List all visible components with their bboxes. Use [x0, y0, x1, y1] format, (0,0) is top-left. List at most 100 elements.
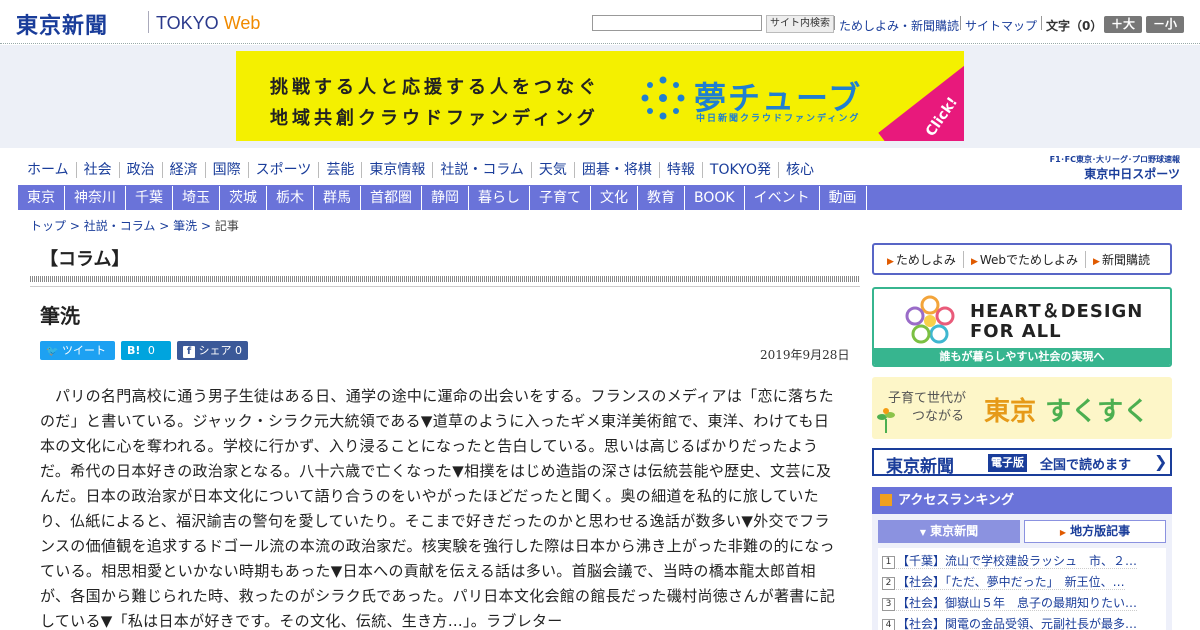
global-nav: ホーム 社会 政治 経済 国際 スポーツ 芸能 東京情報 社説・コラム 天気 囲… — [20, 158, 821, 182]
breadcrumb-sep: > — [200, 219, 211, 233]
logo-en-suffix: Web — [223, 13, 261, 33]
yume-tube-ad-banner[interactable]: 挑戦する人と応援する人をつなぐ 地域共創クラウドファンディング 夢チューブ 中日… — [236, 51, 964, 141]
facebook-share-count: 0 — [235, 344, 242, 357]
tab-tokyo-shimbun[interactable]: ▼ 東京新聞 — [878, 520, 1020, 543]
nav-go-shogi[interactable]: 囲碁・将棋 — [575, 162, 660, 178]
chunichi-sub: F1･FC東京･大リーグ･プロ野球速報 — [1049, 155, 1180, 164]
site-logo[interactable]: 東京新聞 — [16, 8, 108, 40]
logo-divider — [148, 11, 149, 33]
tokyo-sukusuku-banner[interactable]: 子育て世代が つながる 東京 すくすく — [872, 377, 1172, 439]
heading-rule-thin — [30, 286, 860, 287]
nav-editorial-column[interactable]: 社説・コラム — [433, 162, 532, 178]
lnav-book[interactable]: BOOK — [685, 185, 745, 210]
sukusuku-sub-2: つながる — [912, 409, 965, 424]
hatena-bookmark-button[interactable]: B! 0 — [121, 341, 171, 360]
sukusuku-title: 東京 すくすく — [984, 391, 1149, 428]
lnav-saitama[interactable]: 埼玉 — [173, 185, 220, 210]
hatena-count: 0 — [147, 344, 155, 357]
tweet-button[interactable]: 🐦 ツイート — [40, 341, 115, 360]
web-trial-label: Webでためしよみ — [979, 252, 1079, 267]
lnav-gunma[interactable]: 群馬 — [314, 185, 361, 210]
subscribe-label: 新聞購読 — [1101, 252, 1150, 267]
lnav-kurashi[interactable]: 暮らし — [469, 185, 530, 210]
font-smaller-button[interactable]: －小 — [1146, 16, 1184, 33]
util-divider — [960, 16, 961, 30]
nav-kakushin[interactable]: 核心 — [779, 162, 821, 178]
ranking-item[interactable]: 2 【社会】「ただ、夢中だった」 新王位、… — [882, 575, 1125, 590]
lnav-education[interactable]: 教育 — [638, 185, 685, 210]
chunichi-main: 東京中日スポーツ — [1084, 167, 1180, 181]
nav-weather[interactable]: 天気 — [532, 162, 575, 178]
breadcrumb-section[interactable]: 社説・コラム — [84, 219, 156, 233]
lnav-culture[interactable]: 文化 — [591, 185, 638, 210]
nav-tokuho[interactable]: 特報 — [660, 162, 703, 178]
lnav-tochigi[interactable]: 栃木 — [267, 185, 314, 210]
web-trial-link[interactable]: ▶ Webでためしよみ — [964, 250, 1087, 268]
lnav-chiba[interactable]: 千葉 — [126, 185, 173, 210]
breadcrumb-sub[interactable]: 筆洗 — [173, 219, 197, 233]
rank-number: 4 — [882, 619, 895, 630]
tab-local-edition[interactable]: ▶ 地方版記事 — [1024, 520, 1166, 543]
chunichi-sports-link[interactable]: F1･FC東京･大リーグ･プロ野球速報 東京中日スポーツ — [1022, 154, 1180, 182]
subscribe-link[interactable]: ▶ 新聞購読 — [1086, 251, 1157, 268]
article-body: パリの名門高校に通う男子生徒はある日、通学の途中に運命の出会いをする。フランスの… — [40, 387, 836, 630]
hd-tagline: 誰もが暮らしやすい社会の実現へ — [874, 348, 1170, 365]
lnav-tokyo[interactable]: 東京 — [18, 185, 65, 210]
ranking-item[interactable]: 3 【社会】御嶽山５年 息子の最期知りたい… — [882, 596, 1138, 611]
nav-international[interactable]: 国際 — [206, 162, 249, 178]
local-nav: 東京 神奈川 千葉 埼玉 茨城 栃木 群馬 首都圏 静岡 暮らし 子育て 文化 … — [18, 185, 1182, 210]
breadcrumb-current: 記事 — [214, 219, 239, 233]
triangle-down-icon: ▼ — [919, 528, 927, 537]
ranking-item[interactable]: 1 【千葉】流山で学校建設ラッシュ 市、２… — [882, 554, 1138, 569]
lnav-event[interactable]: イベント — [745, 185, 820, 210]
lnav-kanagawa[interactable]: 神奈川 — [65, 185, 126, 210]
rank-number: 3 — [882, 598, 895, 611]
nav-tokyo-hatsu[interactable]: TOKYO発 — [703, 162, 779, 178]
facebook-share-button[interactable]: f シェア 0 — [177, 341, 248, 360]
rank-number: 2 — [882, 577, 895, 590]
util-divider — [834, 16, 835, 30]
site-logo-english[interactable]: TOKYO Web — [156, 13, 260, 34]
ranking-item[interactable]: 4 【社会】関電の金品受領、元副社長が最多… — [882, 617, 1138, 630]
e-paper-banner[interactable]: 東京新聞 電子版 全国で読めます ❯ — [872, 448, 1172, 476]
e-paper-badge: 電子版 — [988, 454, 1027, 472]
lnav-ibaraki[interactable]: 茨城 — [220, 185, 267, 210]
ad-line-1: 挑戦する人と応援する人をつなぐ — [270, 77, 600, 98]
tab-tokyo-label: 東京新聞 — [930, 524, 979, 538]
access-ranking-title: アクセスランキング — [898, 493, 1014, 508]
nav-entertainment[interactable]: 芸能 — [319, 162, 363, 178]
site-header: 東京新聞 TOKYO Web サイト内検索 ためしよみ・新聞購読 サイトマップ … — [0, 0, 1200, 44]
nav-politics[interactable]: 政治 — [120, 162, 163, 178]
logo-en-prefix: TOKYO — [156, 13, 219, 33]
nav-society[interactable]: 社会 — [77, 162, 120, 178]
trial-subscribe-link[interactable]: ためしよみ・新聞購読 — [839, 17, 959, 34]
heading-rule — [30, 276, 860, 282]
nav-tokyo-info[interactable]: 東京情報 — [362, 162, 434, 178]
lnav-shutoken[interactable]: 首都圏 — [361, 185, 422, 210]
twitter-bird-icon: 🐦 — [46, 346, 59, 357]
hd-title-line2: FOR ALL — [970, 321, 1062, 342]
access-ranking-heading: アクセスランキング — [872, 487, 1172, 514]
font-larger-button[interactable]: ＋大 — [1104, 16, 1142, 33]
trial-link[interactable]: ▶ ためしよみ — [880, 250, 964, 268]
rank-number: 1 — [882, 556, 895, 569]
sukusuku-title-a: 東京 — [984, 397, 1037, 427]
nav-economy[interactable]: 経済 — [163, 162, 206, 178]
lnav-video[interactable]: 動画 — [820, 185, 867, 210]
util-divider — [1041, 16, 1042, 30]
ranking-headline: 【社会】御嶽山５年 息子の最期知りたい… — [897, 596, 1138, 610]
site-search-button[interactable]: サイト内検索 — [766, 15, 834, 33]
site-search-input[interactable] — [592, 15, 762, 31]
nav-sports[interactable]: スポーツ — [249, 162, 320, 178]
breadcrumb-sep: > — [69, 219, 80, 233]
hatena-icon: B! — [127, 344, 141, 357]
heart-design-banner[interactable]: HEART＆DESIGN FOR ALL 誰もが暮らしやすい社会の実現へ — [872, 287, 1172, 367]
nav-home[interactable]: ホーム — [20, 162, 77, 178]
lnav-shizuoka[interactable]: 静岡 — [422, 185, 469, 210]
ad-brand-sub: 中日新聞クラウドファンディング — [696, 114, 861, 124]
lnav-kosodate[interactable]: 子育て — [530, 185, 591, 210]
breadcrumb-top[interactable]: トップ — [30, 219, 66, 233]
flower-faces-icon — [905, 295, 955, 344]
sitemap-link[interactable]: サイトマップ — [965, 17, 1037, 34]
access-ranking-box: ▼ 東京新聞 ▶ 地方版記事 1 【千葉】流山で学校建設ラッシュ 市、２… 2 【社会】… — [872, 514, 1172, 630]
